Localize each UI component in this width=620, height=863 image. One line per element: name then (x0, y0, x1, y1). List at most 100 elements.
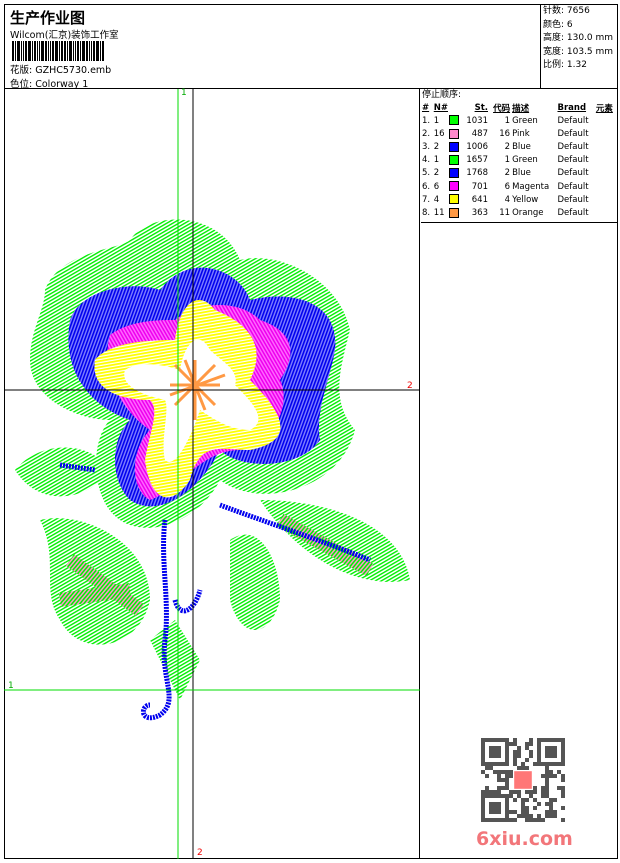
barcode-bar (93, 41, 95, 61)
stop-number: 3. (422, 141, 431, 152)
color-code: 4 (504, 194, 511, 205)
color-swatch-cell (448, 127, 462, 140)
column-header: # (422, 102, 430, 113)
barcode-bar (96, 41, 99, 61)
color-code: 1 (504, 155, 511, 166)
color-description: Yellow (512, 194, 539, 205)
colorway: 色位: Colorway 1 (10, 76, 88, 90)
barcode-bar (61, 41, 63, 61)
color-code: 2 (504, 141, 511, 152)
barcode-bar (15, 41, 16, 61)
barcode-bar (73, 41, 74, 61)
embroidery-preview (4, 89, 420, 859)
barcode-bar (77, 41, 79, 61)
panel-divider (421, 222, 617, 223)
table-row: 4. 1 1657 1 Green Default (421, 154, 617, 167)
color-swatch-cell (448, 167, 462, 180)
watermark-logo: 6xiu.com (476, 828, 573, 850)
barcode-bar (55, 41, 58, 61)
brand: Default (557, 128, 589, 139)
barcode-bar (41, 41, 44, 61)
color-description: Orange (512, 207, 544, 218)
needle-number: 2 (433, 168, 440, 179)
needle-number: 16 (433, 128, 445, 139)
barcode-bar (67, 41, 68, 61)
color-count: 颜色: 6 (543, 19, 573, 30)
needle-number: 6 (433, 181, 440, 192)
design-file: 花版: GZHC5730.emb (10, 62, 111, 76)
stitch-count: 1657 (466, 155, 488, 166)
stitch-count: 701 (471, 181, 488, 192)
stop-number: 4. (422, 155, 431, 166)
table-row: 2. 16 487 16 Pink Default (421, 127, 617, 140)
color-description: Blue (512, 141, 531, 152)
needle-number: 1 (433, 155, 440, 166)
color-code: 6 (504, 181, 511, 192)
color-description: Magenta (512, 181, 550, 192)
marker-right: 2 (407, 381, 413, 391)
color-swatch-cell (448, 154, 462, 167)
barcode (12, 41, 152, 61)
color-swatch (448, 194, 459, 205)
table-row: 6. 6 701 6 Magenta Default (421, 180, 617, 193)
marker-left: 1 (8, 681, 14, 691)
table-row: 3. 2 1006 2 Blue Default (421, 140, 617, 153)
color-swatch (448, 128, 459, 139)
stitch-count: 363 (471, 207, 488, 218)
color-description: Blue (512, 168, 531, 179)
color-description: Green (512, 115, 538, 126)
brand: Default (557, 168, 589, 179)
header: 生产作业图 Wilcom(汇京)装饰工作室 花版: GZHC5730.emb 色… (4, 4, 618, 90)
color-swatch (448, 115, 459, 126)
color-swatch-cell (448, 140, 462, 153)
table-row: 5. 2 1768 2 Blue Default (421, 167, 617, 180)
brand: Default (557, 194, 589, 205)
needle-number: 1 (433, 115, 440, 126)
barcode-bar (12, 41, 14, 61)
company-name: Wilcom(汇京)装饰工作室 (10, 30, 119, 41)
stop-number: 2. (422, 128, 431, 139)
barcode-bar (45, 41, 47, 61)
barcode-bar (21, 41, 22, 61)
table-row: 7. 4 641 4 Yellow Default (421, 193, 617, 206)
barcode-bar (86, 41, 88, 61)
color-swatch (448, 154, 459, 165)
barcode-bar (91, 41, 92, 61)
barcode-bar (82, 41, 85, 61)
stitch-count: 641 (471, 194, 488, 205)
design-scale: 比例: 1.32 (543, 60, 587, 70)
barcode-bar (32, 41, 33, 61)
stop-number: 8. (422, 207, 431, 218)
column-header: 代码 (493, 103, 511, 114)
column-header: 描述 (512, 103, 530, 114)
barcode-bar (48, 41, 49, 61)
stop-sequence-panel: 停止顺序: # N# St. 代码 描述 Brand 元素 1. 1 1031 1 Green Def… (421, 89, 617, 220)
color-swatch (448, 181, 459, 192)
design-info: 针数: 7656 颜色: 6 高度: 130.0 mm 宽度: 103.5 mm… (540, 4, 618, 89)
design-value: GZHC5730.emb (35, 65, 112, 76)
barcode-bar (50, 41, 51, 61)
color-code: 11 (499, 207, 511, 218)
barcode-bar (89, 41, 90, 61)
color-swatch-cell (448, 180, 462, 193)
needle-number: 2 (433, 141, 440, 152)
barcode-bar (39, 41, 40, 61)
color-swatch (448, 207, 459, 218)
stop-number: 5. (422, 168, 431, 179)
barcode-bar (25, 41, 27, 61)
stop-number: 1. (422, 115, 431, 126)
design-label: 花版: (10, 65, 33, 76)
color-swatch-cell (448, 193, 462, 206)
column-header: N# (433, 102, 448, 113)
stitch-count: 针数: 7656 (543, 6, 590, 16)
color-swatch-cell (448, 206, 462, 219)
barcode-bar (37, 41, 38, 61)
design-width: 宽度: 103.5 mm (543, 46, 614, 57)
table-row: 1. 1 1031 1 Green Default (421, 114, 617, 127)
design-height: 高度: 130.0 mm (543, 33, 614, 43)
stop-number: 7. (422, 194, 431, 205)
marker-bottom: 2 (197, 848, 203, 858)
barcode-bar (34, 41, 36, 61)
stitch-count: 1031 (466, 115, 488, 126)
color-code: 1 (504, 115, 511, 126)
